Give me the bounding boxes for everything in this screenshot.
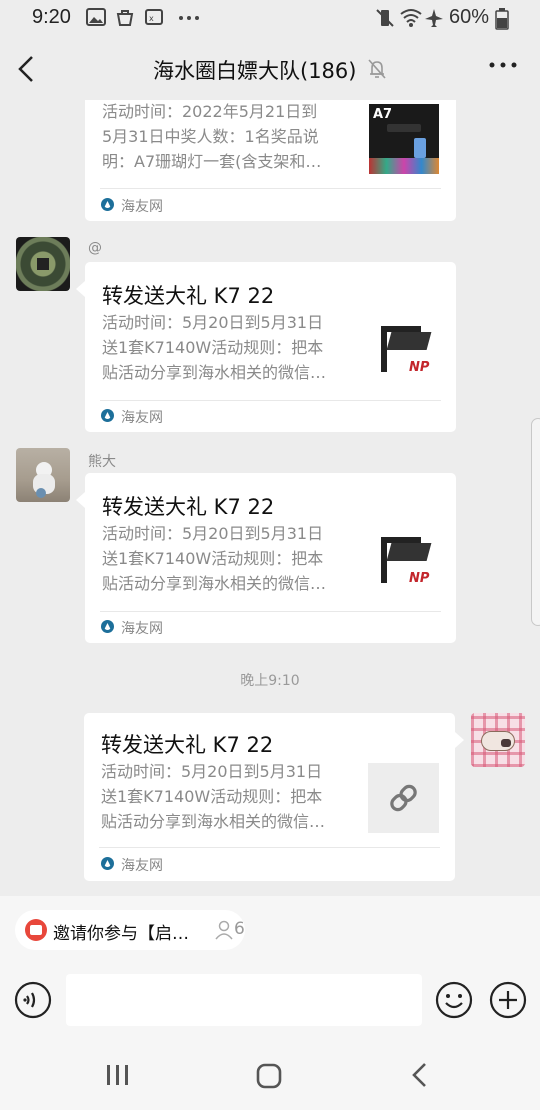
message-input[interactable] — [66, 974, 422, 1026]
airplane-icon — [425, 9, 443, 27]
nav-back-icon[interactable] — [410, 1062, 430, 1088]
thumbnail-label: A7 — [373, 107, 393, 122]
link-card[interactable]: 转发送大礼 K7 22 活动时间：5月20日到5月31日 送1套K7140W活动… — [85, 262, 456, 432]
chat-title: 海水圈白嫖大队(186) — [153, 59, 357, 83]
more-options-icon[interactable] — [488, 60, 518, 70]
link-thumbnail: NP — [369, 314, 439, 384]
bottom-panel: 邀请你参与【启… 6 — [0, 896, 540, 1110]
invite-chip[interactable]: 邀请你参与【启… 6 — [15, 910, 245, 950]
link-card[interactable]: 活动时间：2022年5月21日到 5月31日中奖人数：1名奖品说 明：A7珊瑚灯… — [85, 100, 456, 221]
invite-label: 邀请你参与【启… — [53, 924, 189, 944]
source-logo-icon — [101, 620, 114, 633]
link-placeholder-thumbnail — [368, 763, 439, 833]
image-icon — [86, 8, 106, 26]
link-source: 海友网 — [121, 858, 163, 874]
chat-area[interactable]: 活动时间：2022年5月21日到 5月31日中奖人数：1名奖品说 明：A7珊瑚灯… — [0, 100, 540, 896]
link-description: 活动时间：2022年5月21日到 5月31日中奖人数：1名奖品说 明：A7珊瑚灯… — [102, 102, 322, 171]
link-title: 转发送大礼 K7 22 — [101, 733, 274, 757]
source-logo-icon — [101, 857, 114, 870]
card-divider — [99, 847, 440, 848]
link-description: 活动时间：5月20日到5月31日 送1套K7140W活动规则：把本 贴活动分享到… — [102, 524, 327, 593]
battery-percent: 60% — [449, 6, 490, 28]
emoji-icon[interactable] — [435, 981, 473, 1019]
thumbnail-label: NP — [409, 360, 430, 375]
sim-icon: x — [145, 9, 163, 25]
calendar-icon — [25, 919, 47, 941]
link-title: 转发送大礼 K7 22 — [102, 284, 275, 308]
voice-input-icon[interactable] — [14, 981, 52, 1019]
source-logo-icon — [101, 198, 114, 211]
more-dots-icon — [179, 16, 199, 20]
chat-timestamp: 晚上9:10 — [240, 673, 300, 689]
back-arrow-icon[interactable] — [14, 54, 40, 84]
source-logo-icon — [101, 409, 114, 422]
link-icon — [390, 784, 417, 812]
status-bar: 9:20 x 60% — [0, 0, 540, 38]
card-divider — [100, 400, 441, 401]
avatar[interactable] — [16, 237, 70, 291]
link-card[interactable]: 转发送大礼 K7 22 活动时间：5月20日到5月31日 送1套K7140W活动… — [84, 713, 455, 881]
sender-name: @ — [88, 240, 102, 256]
card-divider — [100, 611, 441, 612]
link-thumbnail: A7 — [369, 104, 439, 174]
plus-icon[interactable] — [489, 981, 527, 1019]
bubble-tail — [76, 492, 85, 508]
svg-text:x: x — [149, 14, 154, 23]
participant-count: 6 — [234, 919, 245, 939]
my-avatar[interactable] — [471, 713, 525, 767]
status-time: 9:20 — [32, 6, 71, 28]
vibrate-mute-icon — [376, 9, 394, 27]
user-icon — [215, 920, 233, 940]
bubble-tail — [76, 281, 85, 297]
link-source: 海友网 — [121, 621, 163, 637]
link-description: 活动时间：5月20日到5月31日 送1套K7140W活动规则：把本 贴活动分享到… — [102, 313, 327, 382]
recent-apps-icon[interactable] — [106, 1064, 130, 1086]
link-source: 海友网 — [121, 199, 163, 215]
bubble-tail — [455, 732, 464, 748]
avatar[interactable] — [16, 448, 70, 502]
link-title: 转发送大礼 K7 22 — [102, 495, 275, 519]
bag-icon — [116, 10, 134, 26]
link-card[interactable]: 转发送大礼 K7 22 活动时间：5月20日到5月31日 送1套K7140W活动… — [85, 473, 456, 643]
card-divider — [100, 188, 441, 189]
thumbnail-label: NP — [409, 571, 430, 586]
home-icon[interactable] — [256, 1063, 282, 1089]
mute-bell-icon — [368, 59, 386, 79]
chat-header: 海水圈白嫖大队(186) — [0, 38, 540, 100]
battery-icon — [495, 8, 509, 30]
wifi-icon — [400, 9, 422, 27]
link-description: 活动时间：5月20日到5月31日 送1套K7140W活动规则：把本 贴活动分享到… — [101, 762, 326, 831]
side-scroll-handle[interactable] — [531, 418, 540, 626]
sender-name: 熊大 — [88, 454, 116, 470]
link-source: 海友网 — [121, 410, 163, 426]
link-thumbnail: NP — [369, 525, 439, 595]
